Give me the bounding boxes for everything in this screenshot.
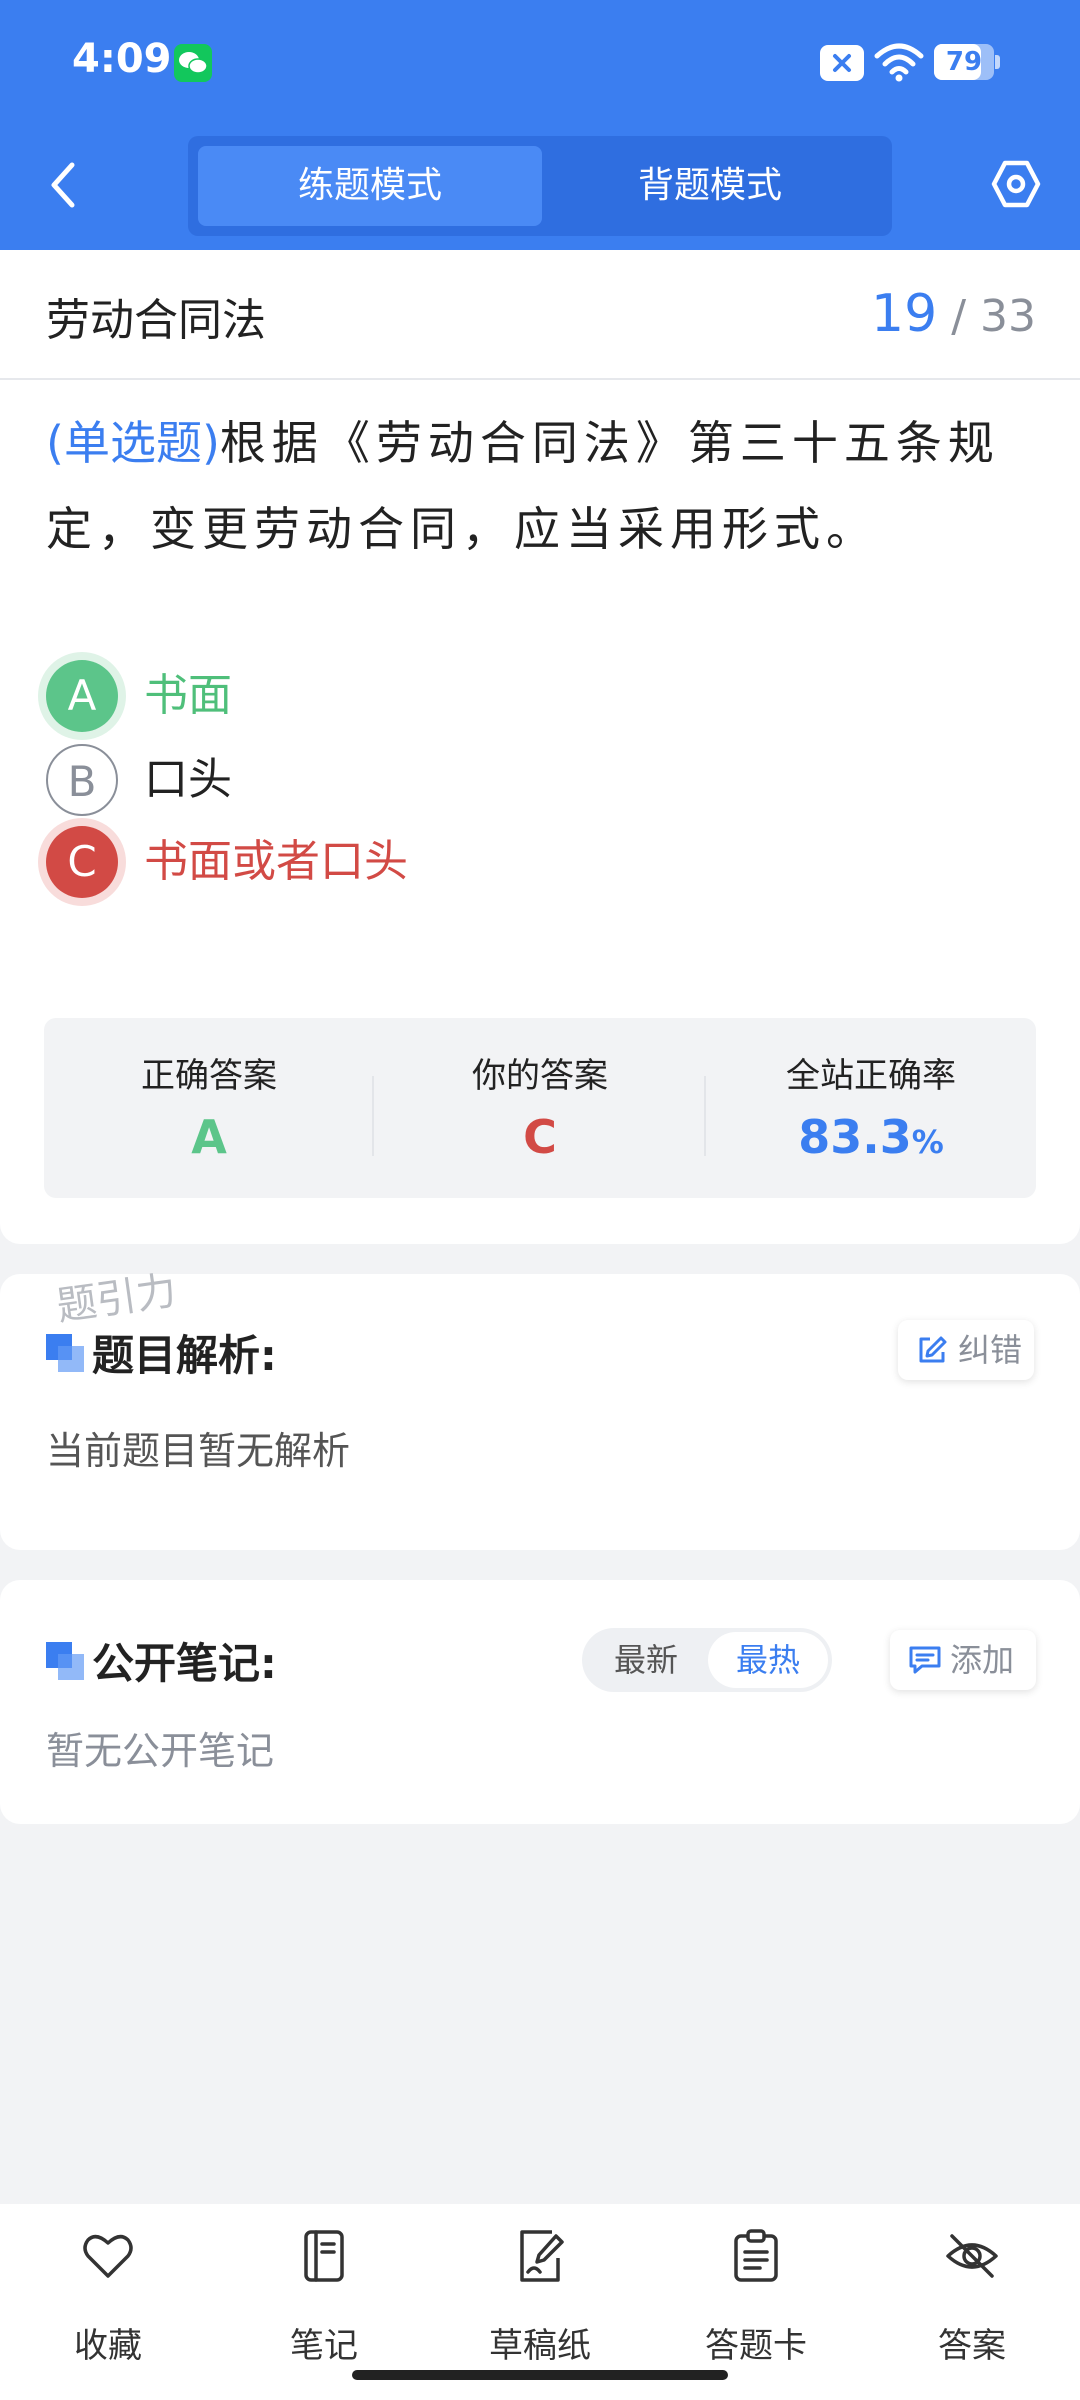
nav-notes[interactable]: 笔记 [234, 2228, 414, 2368]
option-b-text: 口头 [144, 754, 232, 805]
nav-favorite-label: 收藏 [74, 2326, 142, 2366]
tab-memorize-mode[interactable]: 背题模式 [538, 146, 882, 226]
option-a-text: 书面 [144, 670, 232, 721]
battery-icon: 79 [934, 44, 1000, 80]
analysis-empty-text: 当前题目暂无解析 [46, 1429, 351, 1473]
subject-title: 劳动合同法 [46, 295, 266, 346]
your-answer-value: C [523, 1110, 557, 1164]
comment-icon [909, 1646, 941, 1674]
notes-sort-toggle: 最新 最热 [582, 1628, 832, 1692]
home-indicator[interactable] [352, 2370, 728, 2380]
question-progress: 19 / 33 [871, 284, 1036, 344]
section-marker-icon [46, 1642, 84, 1680]
nav-answer-card[interactable]: 答题卡 [666, 2228, 846, 2368]
nav-answer-card-label: 答题卡 [705, 2326, 807, 2366]
your-answer-stat: 你的答案 C [375, 1018, 705, 1198]
accuracy-value: 83.3% [798, 1110, 944, 1164]
question-card: 劳动合同法 19 / 33 (单选题)根据《劳动合同法》第三十五条规定，变更劳动… [0, 250, 1080, 1244]
notes-empty-text: 暂无公开笔记 [46, 1729, 275, 1773]
edit-icon [919, 1336, 947, 1363]
add-note-button[interactable]: 添加 [890, 1630, 1036, 1690]
sort-latest[interactable]: 最新 [586, 1632, 706, 1688]
report-error-button[interactable]: 纠错 [898, 1320, 1034, 1380]
notes-title: 公开笔记: [92, 1639, 277, 1688]
draft-paper-icon [520, 2230, 564, 2282]
option-a[interactable]: A 书面 [46, 660, 946, 732]
question-text: (单选题)根据《劳动合同法》第三十五条规定，变更劳动合同，应当采用形式。 [46, 400, 1036, 572]
app-header: 4:09 79 练题模式 背题模式 [0, 0, 1080, 250]
add-note-label: 添加 [950, 1641, 1015, 1679]
option-a-letter: A [46, 660, 118, 732]
notebook-icon [304, 2230, 344, 2282]
nav-favorite[interactable]: 收藏 [18, 2228, 198, 2368]
settings-icon[interactable] [990, 158, 1042, 210]
stat-divider [372, 1076, 374, 1156]
accuracy-stat: 全站正确率 83.3% [706, 1018, 1036, 1198]
report-error-label: 纠错 [958, 1331, 1023, 1369]
divider [0, 378, 1080, 380]
section-marker-icon [46, 1334, 84, 1372]
accuracy-label: 全站正确率 [786, 1056, 956, 1096]
back-icon[interactable] [40, 155, 90, 215]
wifi-icon [874, 43, 924, 82]
current-question-number: 19 [871, 284, 938, 344]
wechat-notification-icon [174, 44, 212, 82]
nav-notes-label: 笔记 [290, 2326, 358, 2366]
answer-card-icon [734, 2229, 778, 2282]
correct-answer-value: A [191, 1110, 227, 1164]
tab-practice-mode[interactable]: 练题模式 [198, 146, 542, 226]
total-questions: / 33 [951, 291, 1036, 342]
status-bar: 4:09 79 [0, 0, 1080, 120]
your-answer-label: 你的答案 [472, 1056, 608, 1096]
option-b-letter: B [46, 744, 118, 816]
correct-answer-label: 正确答案 [141, 1056, 277, 1096]
question-type: (单选题) [46, 416, 220, 470]
correct-answer-stat: 正确答案 A [44, 1018, 374, 1198]
nav-answer-toggle-label: 答案 [938, 2326, 1006, 2366]
battery-level: 79 [945, 47, 983, 77]
option-c-letter: C [46, 826, 118, 898]
status-time: 4:09 [72, 36, 172, 82]
answer-stats: 正确答案 A 你的答案 C 全站正确率 83.3% [44, 1018, 1036, 1198]
eye-off-icon [946, 2234, 998, 2278]
nav-draft-paper-label: 草稿纸 [489, 2326, 591, 2366]
option-c[interactable]: C 书面或者口头 [46, 826, 946, 898]
nav-answer-toggle[interactable]: 答案 [882, 2228, 1062, 2368]
sort-hot[interactable]: 最热 [708, 1632, 828, 1688]
nav-draft-paper[interactable]: 草稿纸 [450, 2228, 630, 2368]
heart-icon [83, 2234, 133, 2278]
option-b[interactable]: B 口头 [46, 744, 946, 816]
option-c-text: 书面或者口头 [144, 836, 408, 887]
mode-switch: 练题模式 背题模式 [188, 136, 892, 236]
status-close-icon [820, 45, 864, 81]
notes-card: 公开笔记: 最新 最热 添加 暂无公开笔记 [0, 1580, 1080, 1824]
analysis-title: 题目解析: [92, 1331, 277, 1380]
